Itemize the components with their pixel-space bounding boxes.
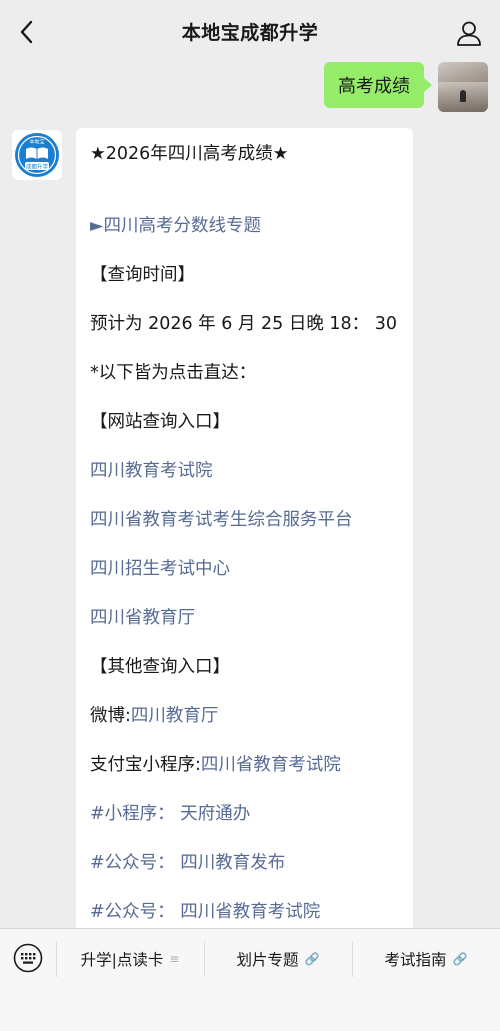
bottom-menu-bar: 升学|点读卡 ≡ 划片专题 🔗 考试指南 🔗 bbox=[0, 928, 500, 1031]
website-heading: 【网站查询入口】 bbox=[90, 412, 230, 432]
public-account-link-2[interactable]: #公众号： 四川省教育考试院 bbox=[90, 901, 320, 923]
other-heading: 【其他查询入口】 bbox=[90, 657, 230, 677]
keyboard-toggle-button[interactable] bbox=[13, 943, 43, 973]
avatar-figure bbox=[460, 90, 466, 102]
user-message-text: 高考成绩 bbox=[338, 76, 410, 97]
keyboard-icon bbox=[13, 943, 43, 973]
menu-link-icon: 🔗 bbox=[304, 952, 320, 966]
public-account-link-1[interactable]: #公众号： 四川教育发布 bbox=[90, 852, 285, 874]
website-link-education-dept[interactable]: 四川省教育厅 bbox=[90, 607, 195, 629]
website-link-admission-center[interactable]: 四川招生考试中心 bbox=[90, 558, 230, 580]
menu-item-reading-card[interactable]: 升学|点读卡 ≡ bbox=[57, 939, 203, 979]
alipay-link[interactable]: 四川省教育考试院 bbox=[201, 755, 341, 775]
menu-item-label: 升学|点读卡 bbox=[80, 951, 164, 969]
bot-avatar-top-text: 本地宝 bbox=[29, 139, 44, 146]
chat-title: 本地宝成都升学 bbox=[181, 21, 319, 44]
bot-message-card: ★2026年四川高考成绩★ ►四川高考分数线专题 【查询时间】 预计为 2026… bbox=[76, 128, 413, 948]
alipay-label: 支付宝小程序: bbox=[90, 755, 201, 775]
back-button[interactable] bbox=[14, 20, 38, 44]
alipay-entry: 支付宝小程序:四川省教育考试院 bbox=[90, 754, 341, 776]
menu-link-icon: 🔗 bbox=[452, 952, 468, 966]
website-link-exam-institute[interactable]: 四川教育考试院 bbox=[90, 460, 213, 482]
query-time-heading: 【查询时间】 bbox=[90, 265, 195, 285]
menu-item-label: 考试指南 bbox=[384, 951, 447, 969]
profile-button[interactable] bbox=[456, 20, 482, 46]
bot-avatar-bottom-text: 成都升学 bbox=[26, 162, 49, 170]
book-logo-icon: 本地宝 成都升学 bbox=[15, 133, 59, 177]
weibo-link[interactable]: 四川教育厅 bbox=[131, 706, 219, 726]
user-message-bubble[interactable]: 高考成绩 bbox=[324, 62, 432, 108]
website-link-service-platform[interactable]: 四川省教育考试考生综合服务平台 bbox=[90, 509, 353, 531]
menu-item-exam-guide[interactable]: 考试指南 🔗 bbox=[353, 939, 499, 979]
topic-link[interactable]: ►四川高考分数线专题 bbox=[90, 215, 261, 237]
weibo-entry: 微博:四川教育厅 bbox=[90, 705, 218, 727]
message-headline: ★2026年四川高考成绩★ bbox=[90, 144, 289, 164]
menu-list-icon: ≡ bbox=[169, 952, 180, 966]
menu-item-label: 划片专题 bbox=[236, 951, 299, 969]
user-message-row: 高考成绩 bbox=[324, 62, 488, 112]
weibo-label: 微博: bbox=[90, 706, 131, 726]
person-icon bbox=[457, 21, 481, 46]
menu-item-district-topic[interactable]: 划片专题 🔗 bbox=[205, 939, 351, 979]
note-text: *以下皆为点击直达： bbox=[90, 363, 257, 383]
query-time-value: 预计为 2026 年 6 月 25 日晚 18： 30 bbox=[90, 314, 397, 334]
mini-program-link[interactable]: #小程序： 天府通办 bbox=[90, 803, 250, 825]
user-avatar[interactable] bbox=[438, 62, 488, 112]
chat-header: 本地宝成都升学 bbox=[0, 0, 500, 62]
bot-avatar[interactable]: 本地宝 成都升学 bbox=[12, 130, 62, 180]
chevron-left-icon bbox=[20, 20, 33, 44]
